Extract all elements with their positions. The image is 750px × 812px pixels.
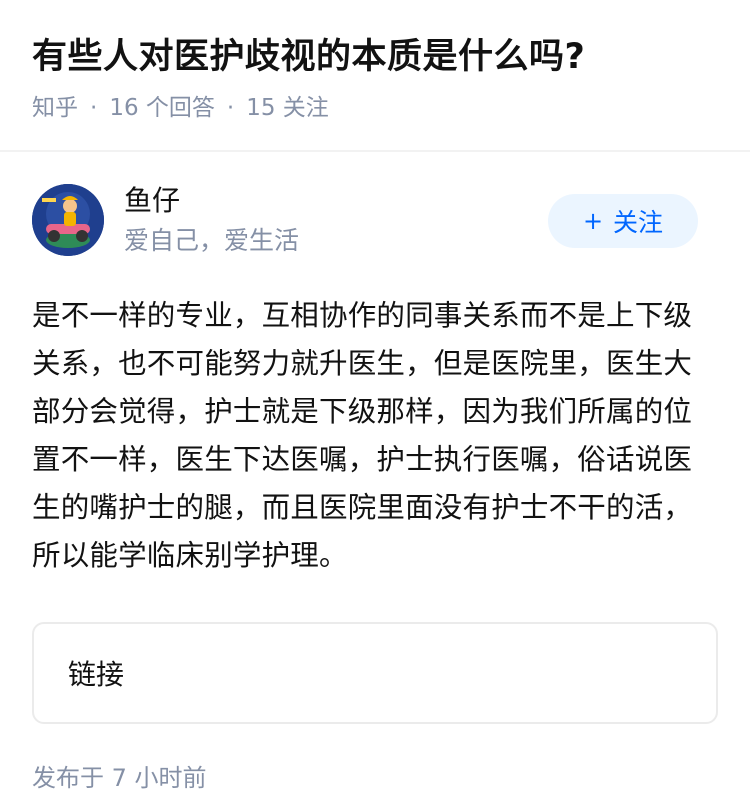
link-label: 链接 [68, 658, 125, 691]
question-title[interactable]: 有些人对医护歧视的本质是什么吗? [32, 34, 718, 80]
question-meta: 知乎 · 16 个回答 · 15 关注 [32, 92, 718, 124]
avatar-illustration [32, 184, 104, 256]
author-bio: 爱自己，爱生活 [124, 226, 300, 255]
answer-content: 是不一样的专业，互相协作的同事关系而不是上下级关系，也不可能努力就升医生，但是医… [32, 299, 693, 572]
follower-count: 15 关注 [246, 95, 329, 121]
source-label[interactable]: 知乎 [32, 92, 78, 124]
plus-icon: + [582, 207, 604, 235]
link-card[interactable]: 链接 [32, 622, 718, 724]
meta-separator: · [90, 95, 98, 121]
answer-page: 有些人对医护歧视的本质是什么吗? 知乎 · 16 个回答 · 15 关注 鱼仔 … [0, 0, 750, 812]
publish-time: 发布于 7 小时前 [32, 764, 207, 792]
answer-count[interactable]: 16 个回答 [109, 92, 215, 124]
question-header: 有些人对医护歧视的本质是什么吗? 知乎 · 16 个回答 · 15 关注 [0, 0, 750, 152]
author-name[interactable]: 鱼仔 [124, 182, 299, 220]
meta-separator: · [226, 95, 235, 121]
avatar[interactable] [32, 184, 104, 256]
author-info: 鱼仔 爱自己，爱生活 [124, 182, 299, 258]
follow-label: 关注 [613, 208, 664, 237]
follow-button[interactable]: + 关注 [548, 194, 698, 248]
author-row: 鱼仔 爱自己，爱生活 + 关注 [0, 152, 750, 282]
